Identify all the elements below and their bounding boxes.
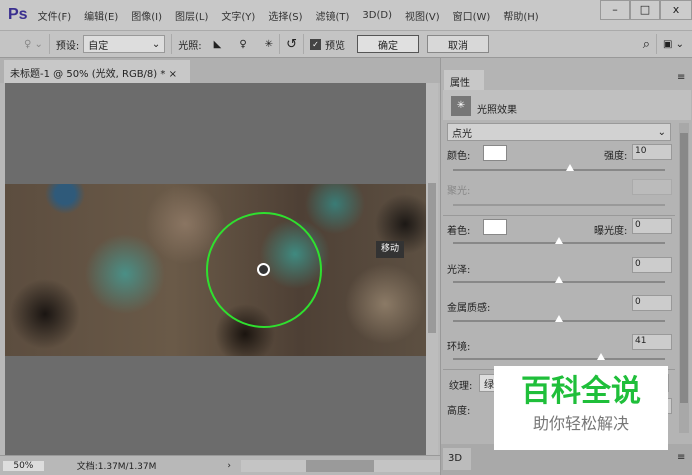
h-scroll-thumb[interactable] — [305, 459, 374, 472]
slider-thumb[interactable] — [597, 353, 606, 360]
preset-label: 预设: — [55, 40, 80, 52]
search-icon[interactable]: ⌕ — [643, 37, 650, 52]
exposure-slider[interactable] — [453, 237, 665, 244]
workspace-icon[interactable]: ▣ ⌄ — [663, 39, 684, 50]
light-type-value: 点光 — [452, 128, 472, 140]
gloss-label: 光泽: — [447, 265, 471, 276]
exposure-field[interactable]: 0 — [632, 218, 672, 234]
close-tab-icon[interactable]: × — [169, 69, 177, 80]
preset-select[interactable]: 自定 ⌄ — [83, 35, 166, 53]
menu-bar: Ps 文件(F) 编辑(E) 图像(I) 图层(L) 文字(Y) 选择(S) 滤… — [0, 0, 692, 30]
lighting-label: 光照: — [178, 40, 202, 52]
panel-menu-icon[interactable]: ≡ — [677, 72, 685, 83]
metallic-label: 金属质感: — [447, 303, 491, 314]
intensity-label: 强度: — [604, 151, 628, 162]
metallic-field[interactable]: 0 — [632, 295, 672, 311]
menu-type[interactable]: 文字(Y) — [221, 8, 255, 23]
menu-select[interactable]: 选择(S) — [268, 8, 302, 23]
metallic-slider[interactable] — [453, 315, 665, 322]
texture-label: 纹理: — [449, 381, 473, 392]
panel-title: 光照效果 — [477, 105, 517, 116]
colorize-label: 着色: — [447, 226, 471, 237]
options-bar: ♀ ⌄ 预设: 自定 ⌄ 光照: ◣ ♀ ✳ ↺ ✓ 预览 确定 取消 ⌕ ▣ ⌄ — [0, 30, 692, 58]
menu-image[interactable]: 图像(I) — [131, 8, 162, 23]
colorize-swatch[interactable] — [483, 219, 507, 235]
menu-layer[interactable]: 图层(L) — [175, 8, 208, 23]
panel-scrollbar[interactable] — [679, 123, 689, 433]
document-tab[interactable]: 未标题-1 @ 50% (光效, RGB/8) * × — [4, 60, 190, 83]
properties-tab[interactable]: 属性 — [444, 70, 484, 90]
hotspot-field — [632, 179, 672, 195]
hotspot-label: 聚光: — [447, 186, 471, 197]
menu-view[interactable]: 视图(V) — [405, 8, 440, 23]
chevron-down-icon: ⌄ — [151, 38, 161, 50]
menu-filter[interactable]: 滤镜(T) — [315, 8, 349, 23]
preview-checkbox[interactable]: ✓ — [309, 38, 321, 50]
texture-value: 绿 — [484, 379, 494, 391]
height-label: 高度: — [447, 406, 471, 417]
tooltip: 移动 — [376, 241, 404, 258]
panel-menu-icon[interactable]: ≡ — [677, 452, 685, 463]
exposure-label: 曝光度: — [594, 226, 628, 237]
close-button[interactable]: x — [660, 0, 692, 20]
gloss-field[interactable]: 0 — [632, 257, 672, 273]
gloss-slider[interactable] — [453, 276, 665, 283]
status-bar: 50% 文档:1.37M/1.37M › — [0, 455, 440, 475]
photoshop-logo: Ps — [8, 6, 28, 23]
zoom-field[interactable]: 50% — [3, 460, 44, 471]
menu-file[interactable]: 文件(F) — [38, 8, 72, 23]
reset-icon[interactable]: ↺ — [286, 37, 297, 52]
light-color-swatch[interactable] — [483, 145, 507, 161]
scroll-thumb[interactable] — [428, 183, 436, 333]
watermark: 百科全说 助你轻松解决 — [494, 366, 668, 450]
point-light-icon[interactable]: ♀ — [239, 39, 246, 50]
hotspot-slider — [453, 204, 665, 206]
horizontal-scrollbar[interactable] — [240, 459, 440, 472]
light-type-select[interactable]: 点光 ⌄ — [447, 123, 671, 141]
slider-thumb[interactable] — [555, 276, 563, 283]
watermark-title: 百科全说 — [521, 374, 641, 409]
slider-thumb[interactable] — [555, 237, 563, 244]
preset-value: 自定 — [88, 40, 109, 52]
menu-3d[interactable]: 3D(D) — [362, 10, 392, 21]
light-bulb-icon[interactable]: ♀ ⌄ — [24, 39, 43, 50]
chevron-down-icon: ⌄ — [657, 126, 666, 138]
ok-button[interactable]: 确定 — [356, 35, 419, 53]
menu-edit[interactable]: 编辑(E) — [84, 8, 118, 23]
lighting-effects-icon: ✳ — [451, 96, 471, 116]
ambience-field[interactable]: 41 — [632, 334, 672, 350]
ambience-slider[interactable] — [453, 353, 665, 360]
intensity-field[interactable]: 10 — [632, 144, 672, 160]
menu-window[interactable]: 窗口(W) — [453, 8, 491, 23]
spot-light-icon[interactable]: ◣ — [214, 39, 222, 50]
maximize-button[interactable]: □ — [630, 0, 660, 20]
cancel-button[interactable]: 取消 — [426, 35, 489, 53]
minimize-button[interactable]: – — [600, 0, 630, 20]
document-tab-title: 未标题-1 @ 50% (光效, RGB/8) * — [10, 69, 166, 80]
infinite-light-icon[interactable]: ✳ — [265, 39, 273, 50]
3d-tab[interactable]: 3D — [443, 448, 471, 470]
document-size: 文档:1.37M/1.37M — [76, 462, 157, 472]
preview-label: 预览 — [324, 40, 345, 52]
ambience-label: 环境: — [447, 342, 471, 353]
status-menu-arrow[interactable]: › — [227, 461, 231, 471]
color-label: 颜色: — [447, 151, 471, 162]
menu-help[interactable]: 帮助(H) — [503, 8, 538, 23]
watermark-subtitle: 助你轻松解决 — [532, 414, 629, 433]
intensity-slider[interactable] — [453, 164, 665, 171]
slider-thumb[interactable] — [565, 164, 574, 171]
slider-thumb[interactable] — [555, 315, 563, 322]
vertical-scrollbar[interactable] — [426, 83, 438, 455]
light-center-handle[interactable] — [257, 263, 270, 276]
